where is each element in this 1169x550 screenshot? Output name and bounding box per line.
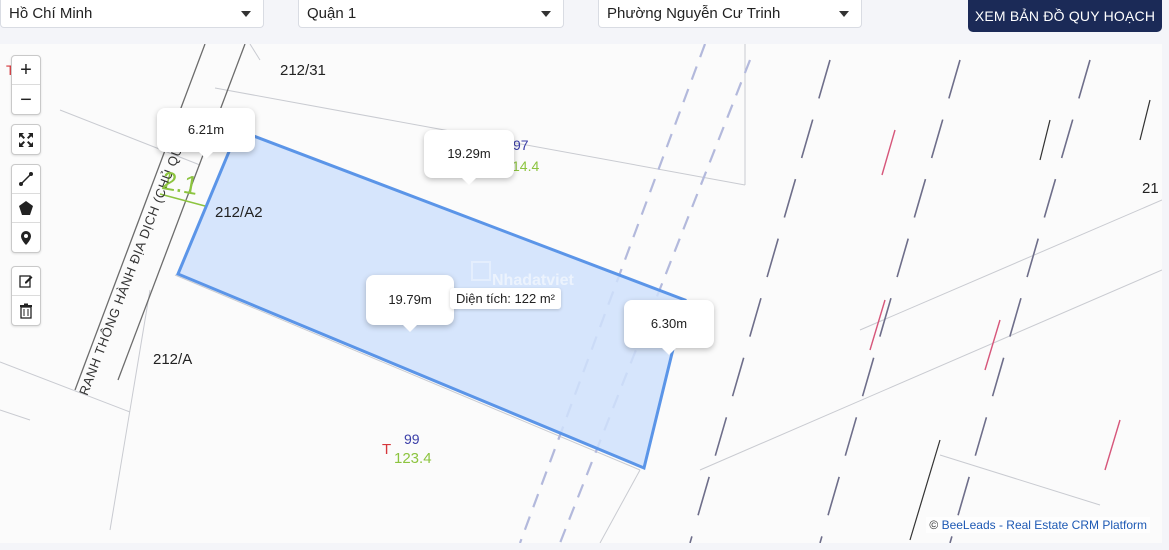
ward-select[interactable]: Phường Nguyễn Cư Trinh bbox=[598, 0, 862, 28]
draw-polygon-button[interactable] bbox=[12, 194, 40, 223]
marker-icon bbox=[21, 230, 31, 245]
filter-bar: Hồ Chí Minh Quận 1 Phường Nguyễn Cư Trin… bbox=[0, 0, 1169, 36]
watermark-text: Nhadatviet bbox=[492, 272, 574, 289]
measure-right-edge: 6.30m bbox=[624, 300, 714, 355]
trash-icon bbox=[20, 303, 32, 319]
city-select-value: Hồ Chí Minh bbox=[9, 5, 93, 22]
polygon-icon bbox=[19, 201, 33, 215]
measure-right-edge-value: 6.30m bbox=[650, 316, 688, 331]
delete-layers-button[interactable] bbox=[12, 296, 40, 325]
draw-marker-button[interactable] bbox=[12, 223, 40, 252]
boundary-number-label: 2.1 bbox=[159, 165, 201, 201]
edit-icon bbox=[19, 275, 33, 288]
measure-top-edge: 19.29m bbox=[424, 130, 514, 185]
lot-99-area: 123.4 bbox=[394, 450, 432, 467]
edit-layers-button[interactable] bbox=[12, 267, 40, 296]
edit-control bbox=[11, 266, 41, 326]
map-canvas[interactable]: RANH THÔNG HÀNH ĐỊA DỊCH (CHỦ QUYỀN) 2.1… bbox=[0, 44, 1162, 543]
zoom-in-button[interactable]: + bbox=[12, 56, 40, 85]
chevron-down-icon bbox=[839, 11, 849, 17]
view-plan-map-button[interactable]: XEM BẢN ĐỒ QUY HOẠCH bbox=[968, 0, 1162, 32]
zoom-in-label: + bbox=[20, 59, 32, 81]
parcel-area-label: Diện tích: 122 m² bbox=[450, 288, 561, 309]
parcel-label-212-a: 212/A bbox=[153, 351, 193, 368]
chevron-down-icon bbox=[241, 11, 251, 17]
ward-select-value: Phường Nguyễn Cư Trinh bbox=[607, 5, 781, 22]
measure-left-edge-value: 6.21m bbox=[187, 122, 225, 137]
zoom-out-label: − bbox=[20, 88, 32, 111]
polyline-icon bbox=[19, 172, 33, 186]
lot-99-prefix: T bbox=[382, 441, 392, 458]
district-select-value: Quận 1 bbox=[307, 5, 357, 22]
lot-97-area: 14.4 bbox=[512, 158, 540, 174]
lot-99-number: 99 bbox=[404, 431, 420, 447]
parcel-label-212-a2: 212/A2 bbox=[215, 204, 263, 221]
fullscreen-button[interactable] bbox=[12, 125, 40, 154]
fullscreen-control bbox=[11, 124, 41, 155]
measure-left-edge: 6.21m bbox=[157, 108, 255, 159]
parcel-label-212-31: 212/31 bbox=[280, 62, 326, 79]
measure-bottom-edge: 19.79m bbox=[366, 275, 454, 332]
attribution-tagline: - Real Estate CRM Platform bbox=[995, 518, 1147, 532]
district-select[interactable]: Quận 1 bbox=[298, 0, 564, 28]
beeleads-link[interactable]: BeeLeads bbox=[942, 518, 996, 532]
copyright-symbol: © bbox=[929, 518, 939, 532]
fullscreen-icon bbox=[19, 132, 33, 147]
zoom-out-button[interactable]: − bbox=[12, 85, 40, 114]
measure-top-edge-value: 19.29m bbox=[447, 146, 491, 161]
map-attribution: © BeeLeads - Real Estate CRM Platform bbox=[926, 517, 1150, 533]
parcel-label-219: 21 bbox=[1142, 180, 1159, 197]
zoom-control: + − bbox=[11, 55, 41, 115]
lot-97-number: 97 bbox=[513, 137, 529, 153]
measure-bottom-edge-value: 19.79m bbox=[388, 292, 432, 307]
chevron-down-icon bbox=[541, 11, 551, 17]
city-select[interactable]: Hồ Chí Minh bbox=[0, 0, 264, 28]
draw-polyline-button[interactable] bbox=[12, 165, 40, 194]
draw-control bbox=[11, 164, 41, 253]
